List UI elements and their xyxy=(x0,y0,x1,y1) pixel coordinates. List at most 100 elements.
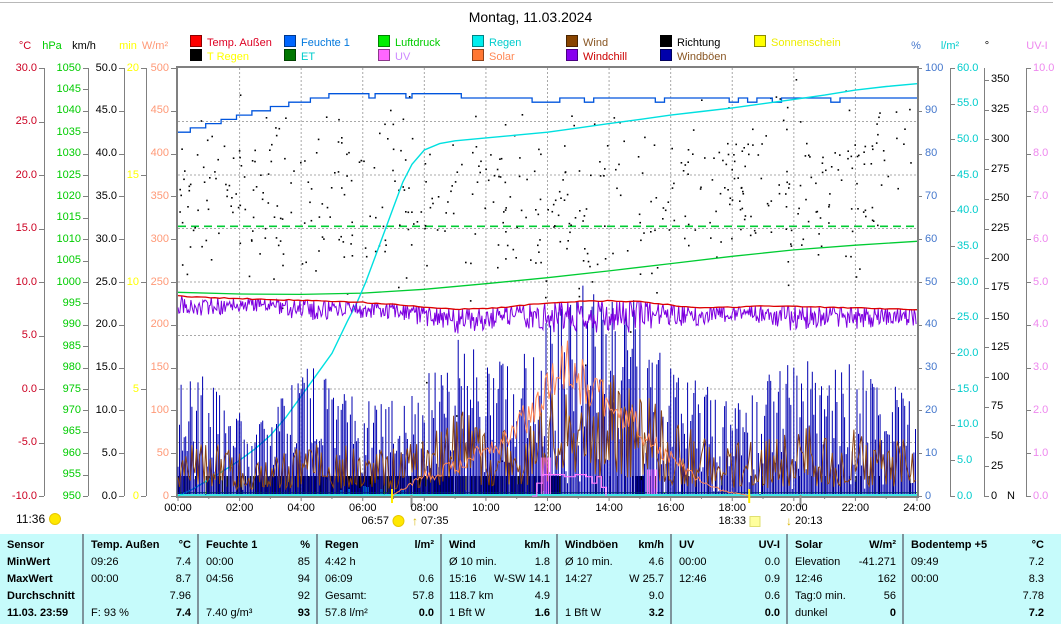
legend-item-label: Feuchte 1 xyxy=(301,37,350,49)
row-label-text: Sensor xyxy=(0,537,44,554)
sensor-unit: W/m² xyxy=(869,537,902,554)
sensor-name: UV xyxy=(672,537,694,554)
axis-tick xyxy=(1026,196,1031,197)
axis-tick-label: 5.0 xyxy=(102,448,117,459)
table-row: Ø 10 min.1.8 xyxy=(442,554,556,571)
axis-tick-label: 75 xyxy=(991,401,1003,412)
axis-tick-label: 970 xyxy=(63,405,81,416)
x-axis-tick-label: 22:00 xyxy=(842,502,870,514)
table-group-header: Bodentemp +5°C xyxy=(904,537,1050,554)
axis-tick xyxy=(119,282,124,283)
sensor-unit: UV-I xyxy=(759,537,786,554)
chart-canvas xyxy=(178,68,917,513)
axis-tick-label: 50.0 xyxy=(957,134,978,145)
axis-tick-label: 980 xyxy=(63,362,81,373)
legend-item: T Regen xyxy=(190,49,249,62)
axis-tick xyxy=(119,68,124,69)
axis-unit-label: °C xyxy=(19,40,31,52)
sunrise-marker: 06:57 xyxy=(361,515,404,527)
axis-unit-label: W/m² xyxy=(142,40,168,52)
axis-tick-label: 30.0 xyxy=(957,277,978,288)
axis-tick-label: 100 xyxy=(925,63,943,74)
x-axis-tick-label: 04:00 xyxy=(287,502,315,514)
axis-tick-label: 0.0 xyxy=(957,491,972,502)
axis-tick xyxy=(83,239,88,240)
sunset-icon xyxy=(749,516,760,527)
table-row: F: 93 %7.4 xyxy=(84,605,197,622)
axis-tick-label: 7.0 xyxy=(1033,191,1048,202)
cell-label: 1 Bft W xyxy=(558,605,601,622)
cell-value: 0.9 xyxy=(765,571,786,588)
table-row: 118.7 km4.9 xyxy=(442,588,556,605)
axis-tick xyxy=(39,282,44,283)
axis-tick-label: 100 xyxy=(151,405,169,416)
table-group-solar: SolarW/m²Elevation-41.27112:46162Tag:0 m… xyxy=(786,534,902,624)
cell-value: 9.0 xyxy=(649,588,670,605)
axis-tick-label: 200 xyxy=(991,253,1009,264)
table-group-header: Feuchte 1% xyxy=(199,537,316,554)
axis-tick-label: 10.0 xyxy=(16,277,37,288)
legend-item-label: Richtung xyxy=(677,37,720,49)
table-group-regen: Regenl/m²4:42 h06:090.6Gesamt:57.857.8 l… xyxy=(316,534,440,624)
axis-tick-label: 1040 xyxy=(57,105,81,116)
table-row: 04:5694 xyxy=(199,571,316,588)
cell-value: 7.4 xyxy=(176,554,197,571)
axis-unit-label: hPa xyxy=(42,40,62,52)
legend-item-label: Regen xyxy=(489,37,521,49)
axis-tick-label: 0 xyxy=(925,491,931,502)
axis-tick-label: 965 xyxy=(63,426,81,437)
axis-tick xyxy=(83,432,88,433)
cell-value: 0.0 xyxy=(765,554,786,571)
legend-item-label: ET xyxy=(301,51,315,63)
axis-tick xyxy=(83,389,88,390)
axis-unit-label: min xyxy=(119,40,137,52)
legend-swatch-icon xyxy=(566,35,578,47)
axis-tick-label: 90 xyxy=(925,105,937,116)
cell-label: Gesamt: xyxy=(318,588,367,605)
sensor-name: Feuchte 1 xyxy=(199,537,257,554)
axis-tick-label: 15.0 xyxy=(96,362,117,373)
axis-scale-line xyxy=(124,68,125,496)
axis-tick xyxy=(39,68,44,69)
axis-tick-label: 350 xyxy=(151,191,169,202)
axis-tick xyxy=(83,453,88,454)
axis-tick xyxy=(984,258,989,259)
axis-tick-label: 300 xyxy=(991,134,1009,145)
axis-tick-label: 30.0 xyxy=(16,63,37,74)
x-axis-tick-label: 16:00 xyxy=(657,502,685,514)
cell-label: 57.8 l/m² xyxy=(318,605,368,622)
axis-scale-line xyxy=(88,68,89,496)
axis-tick xyxy=(83,132,88,133)
axis-tick xyxy=(83,175,88,176)
axis-scale-line xyxy=(44,68,45,496)
axis-tick xyxy=(83,89,88,90)
axis-tick xyxy=(83,261,88,262)
axis-tick-label: 50 xyxy=(991,431,1003,442)
legend-swatch-icon xyxy=(284,35,296,47)
table-row: 7.78 xyxy=(904,588,1050,605)
axis-tick-label: 50.0 xyxy=(96,63,117,74)
axis-tick-label: 975 xyxy=(63,384,81,395)
axis-tick-label: 325 xyxy=(991,104,1009,115)
axis-tick-label: 15 xyxy=(127,170,139,181)
cell-value: 8.7 xyxy=(176,571,197,588)
cell-value: 57.8 xyxy=(413,588,440,605)
axis-tick xyxy=(83,154,88,155)
legend-item: Luftdruck xyxy=(378,35,440,48)
axis-tick-label: 150 xyxy=(151,362,169,373)
moonset-icon: ↓ xyxy=(786,516,792,526)
legend-item: Temp. Außen xyxy=(190,35,272,48)
cell-value: 1.8 xyxy=(535,554,556,571)
axis-tick xyxy=(119,453,124,454)
axis-tick-label: 20.0 xyxy=(96,319,117,330)
table-row: 1 Bft W3.2 xyxy=(558,605,670,622)
cell-value: 1.6 xyxy=(535,605,556,622)
table-row: 57.8 l/m²0.0 xyxy=(318,605,440,622)
axis-tick xyxy=(984,496,989,497)
legend-item: Feuchte 1 xyxy=(284,35,350,48)
legend-item: Windböen xyxy=(660,49,727,62)
table-row: 92 xyxy=(199,588,316,605)
cell-value: 0.0 xyxy=(765,605,786,622)
axis-tick xyxy=(83,475,88,476)
axis-tick-label: 20 xyxy=(925,405,937,416)
